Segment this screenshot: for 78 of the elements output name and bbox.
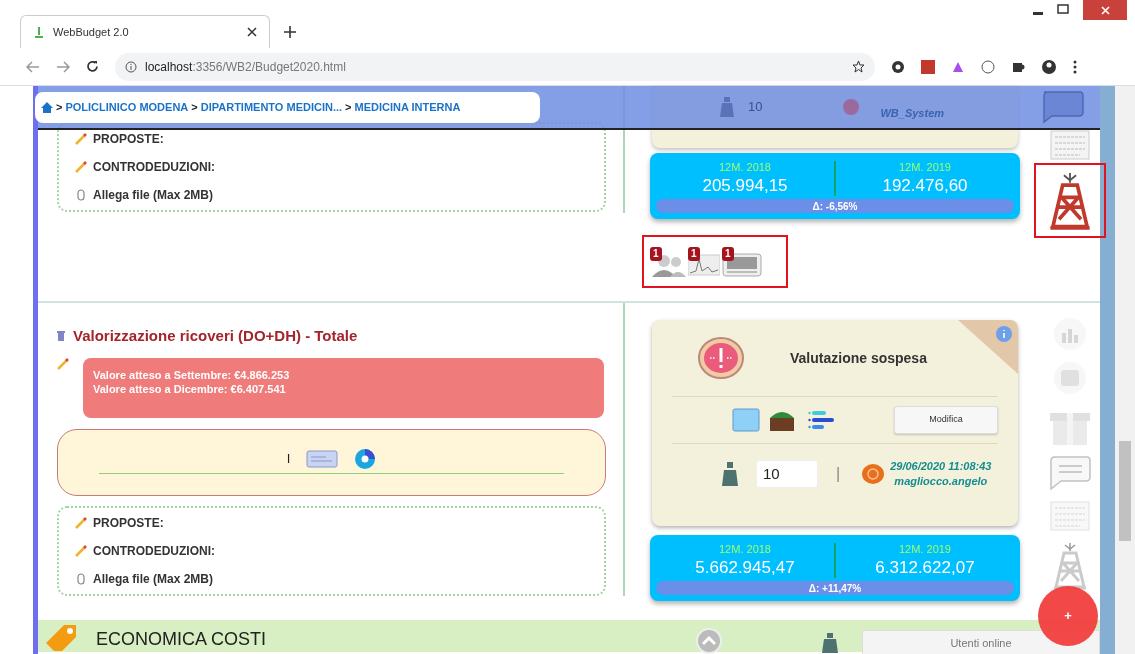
maximize-icon[interactable] <box>1057 4 1069 14</box>
pencil-icon <box>57 357 69 370</box>
user-name: magliocco.angelo <box>894 474 988 489</box>
forward-icon[interactable] <box>56 60 70 73</box>
count-badge: 1 <box>722 246 734 261</box>
minimize-icon[interactable] <box>1033 12 1043 16</box>
delta-bar: Δ: +11,47% <box>656 581 1014 595</box>
breadcrumb-link[interactable]: POLICLINICO MODENA <box>65 98 189 116</box>
user-name: WB_System <box>880 105 945 121</box>
extension-icon[interactable] <box>891 59 905 74</box>
year-value: 192.476,60 <box>882 174 968 196</box>
weight-icon <box>720 97 734 117</box>
separator-text: I <box>286 449 291 468</box>
disc-icon[interactable] <box>354 447 377 470</box>
new-tab-icon[interactable] <box>284 26 296 38</box>
scrollbar[interactable] <box>1115 86 1135 654</box>
alert-line: Valore atteso a Dicembre: €6.407.541 <box>93 381 287 396</box>
breadcrumb-separator: > <box>345 99 352 115</box>
address-bar[interactable]: localhost:3356/WB2/Budget2020.html <box>115 52 875 81</box>
menu-icon[interactable] <box>1073 59 1077 74</box>
star-icon[interactable] <box>852 60 865 73</box>
count-badge: 1 <box>688 246 700 261</box>
note-label[interactable]: CONTRODEDUZIONI: <box>93 542 215 560</box>
reload-icon[interactable] <box>86 60 99 73</box>
evaluation-status: Valutazione sospesa <box>790 348 927 368</box>
close-icon <box>1100 5 1110 15</box>
info-icon <box>125 60 137 73</box>
tab-title: WebBudget 2.0 <box>53 24 130 40</box>
timestamp: 29/06/2020 11:08:43 <box>890 459 992 474</box>
url-text: localhost <box>145 59 193 74</box>
note-label[interactable]: PROPOSTE: <box>93 514 164 532</box>
section-title: ECONOMICA COSTI <box>96 629 266 649</box>
attach-file-link[interactable]: Allega file (Max 2MB) <box>93 186 214 204</box>
pencil-icon <box>75 545 87 557</box>
breadcrumb-link[interactable]: MEDICINA INTERNA <box>354 98 461 116</box>
pencil-icon <box>75 133 87 145</box>
tab-favicon-icon <box>33 26 45 38</box>
weight-icon <box>722 462 738 486</box>
year-value: 205.994,15 <box>702 174 788 196</box>
close-window-button[interactable] <box>1083 0 1127 20</box>
weight-icon <box>822 633 838 653</box>
alert-status-icon <box>698 337 744 379</box>
note-label[interactable]: CONTRODEDUZIONI: <box>93 158 215 176</box>
alert-line: Valore atteso a Settembre: €4.866.253 <box>93 367 291 382</box>
trash-icon[interactable] <box>57 331 65 342</box>
breadcrumb-separator: > <box>191 99 198 115</box>
browser-tab[interactable]: WebBudget 2.0 <box>20 15 270 48</box>
list-icon[interactable] <box>808 408 834 432</box>
separator-text: | <box>836 464 841 484</box>
note-label[interactable]: PROPOSTE: <box>93 130 164 148</box>
profile-icon[interactable] <box>1041 58 1057 75</box>
home-icon[interactable] <box>41 101 53 113</box>
url-path-text: :3356/WB2/Budget2020.html <box>192 59 346 74</box>
year-label: 12M. 2019 <box>899 161 951 175</box>
section-title: Valorizzazione ricoveri (DO+DH) - Totale <box>73 326 358 346</box>
year-label: 12M. 2018 <box>719 543 771 557</box>
modify-button[interactable]: Modifica <box>894 406 998 434</box>
close-icon[interactable] <box>247 27 257 37</box>
history-icon <box>842 98 861 116</box>
weight-input[interactable]: 10 <box>756 460 818 488</box>
count-badge: 1 <box>650 246 662 261</box>
attach-file-link[interactable]: Allega file (Max 2MB) <box>93 570 214 588</box>
online-users-panel[interactable]: Utenti online <box>862 630 1100 654</box>
year-value: 5.662.945,47 <box>695 556 795 578</box>
year-label: 12M. 2018 <box>719 161 771 175</box>
back-icon[interactable] <box>26 60 40 73</box>
weight-value: 10 <box>748 98 763 117</box>
delta-bar: Δ: -6,56% <box>656 199 1014 213</box>
history-icon <box>862 464 885 484</box>
year-label: 12M. 2019 <box>899 543 951 557</box>
info-icon[interactable] <box>996 326 1012 342</box>
add-button[interactable]: + <box>1038 586 1098 646</box>
year-value: 6.312.622,07 <box>875 556 975 578</box>
pencil-icon <box>75 161 87 173</box>
breadcrumb-separator: > <box>56 99 63 115</box>
pencil-icon <box>75 517 87 529</box>
breadcrumb-link[interactable]: DIPARTIMENTO MEDICIN... <box>200 98 343 116</box>
extension-icon[interactable] <box>921 59 935 74</box>
